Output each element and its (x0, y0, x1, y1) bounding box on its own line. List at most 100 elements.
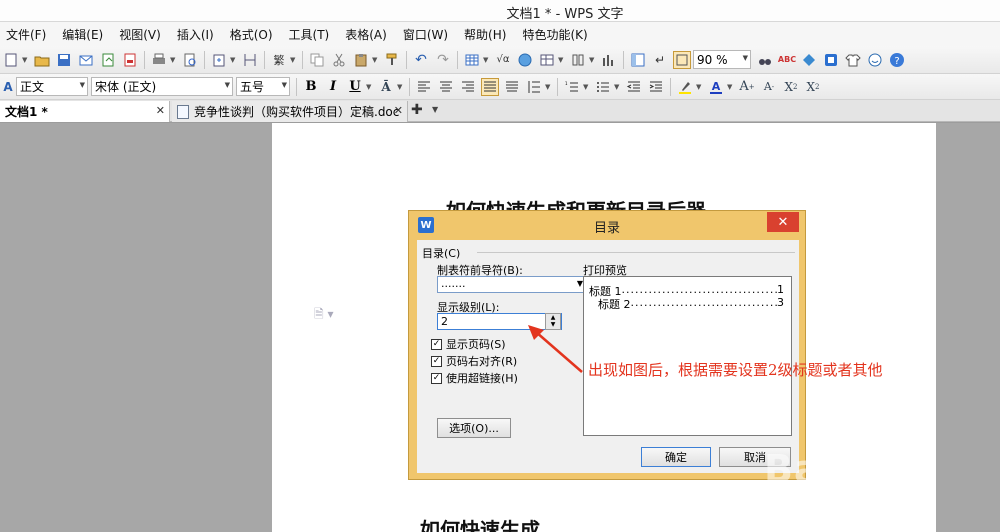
levels-value: 2 (441, 315, 448, 328)
toolbar-divider (457, 50, 458, 69)
menu-edit[interactable]: 编辑(E) (54, 26, 111, 43)
menu-help[interactable]: 帮助(H) (456, 26, 514, 43)
paragraph-mark-icon[interactable]: ↵ (651, 51, 669, 69)
menu-format[interactable]: 格式(O) (222, 26, 281, 43)
smiley-icon[interactable] (866, 51, 884, 69)
redo-icon[interactable]: ↷ (434, 51, 452, 69)
traditional-chinese-icon[interactable]: 繁 (270, 51, 288, 69)
ok-button[interactable]: 确定 (641, 447, 711, 467)
highlight-icon[interactable] (676, 78, 694, 96)
superscript-icon[interactable]: X2 (782, 78, 800, 96)
new-doc-icon[interactable] (2, 51, 20, 69)
styles-pane-icon[interactable]: A (2, 78, 14, 96)
font-select[interactable]: 宋体 (正文) ▼ (91, 77, 233, 96)
web-icon[interactable] (516, 51, 534, 69)
chevron-down-icon[interactable]: ▼ (170, 56, 177, 64)
chevron-down-icon[interactable]: ▼ (545, 83, 552, 91)
print-icon[interactable] (150, 51, 168, 69)
checkbox-label: 显示页码(S) (446, 338, 506, 351)
copy-icon[interactable] (308, 51, 326, 69)
text-effect-icon[interactable]: Ā (377, 78, 395, 96)
annotation-arrow-icon (528, 325, 583, 373)
chevron-down-icon[interactable]: ▼ (589, 56, 596, 64)
menu-table[interactable]: 表格(A) (337, 26, 395, 43)
page-layout-icon[interactable] (241, 51, 259, 69)
shrink-font-icon[interactable]: A- (760, 78, 778, 96)
close-button[interactable]: ✕ (767, 212, 799, 232)
paste-options-icon[interactable]: 🗎 ▾ (314, 305, 334, 326)
chevron-down-icon[interactable]: ▼ (727, 83, 734, 91)
chevron-down-icon[interactable]: ▼ (372, 56, 379, 64)
open-folder-icon[interactable] (33, 51, 51, 69)
shirt-skin-icon[interactable] (844, 51, 862, 69)
menu-tools[interactable]: 工具(T) (281, 26, 338, 43)
leader-select[interactable]: ....... ▼ (437, 276, 587, 293)
columns-icon[interactable] (569, 51, 587, 69)
chevron-down-icon[interactable]: ▼ (483, 56, 490, 64)
menu-window[interactable]: 窗口(W) (395, 26, 456, 43)
decrease-indent-icon[interactable] (625, 78, 643, 96)
zoom-select[interactable]: 90 % ▼ (693, 50, 751, 69)
align-left-icon[interactable] (415, 78, 433, 96)
pdf-icon[interactable] (121, 51, 139, 69)
increase-indent-icon[interactable] (647, 78, 665, 96)
chevron-down-icon[interactable]: ▼ (696, 83, 703, 91)
grow-font-icon[interactable]: A + (738, 78, 756, 96)
binoculars-icon[interactable] (756, 51, 774, 69)
options-button[interactable]: 选项(O)... (437, 418, 511, 438)
document-map-icon[interactable] (629, 51, 647, 69)
chevron-down-icon[interactable]: ▼ (432, 105, 438, 114)
underline-button[interactable]: U (346, 79, 364, 94)
print-preview-icon[interactable] (181, 51, 199, 69)
tab-document1[interactable]: 文档1 * ✕ (0, 101, 170, 122)
toggle-frame-icon[interactable] (673, 50, 691, 69)
chevron-down-icon[interactable]: ▼ (366, 83, 373, 91)
chevron-down-icon[interactable]: ▼ (397, 83, 404, 91)
paste-special-icon[interactable] (210, 51, 228, 69)
new-tab-button[interactable]: ✚ (411, 102, 423, 118)
justify-icon[interactable] (481, 77, 499, 96)
menu-file[interactable]: 文件(F) (2, 26, 54, 43)
chevron-down-icon[interactable]: ▼ (290, 56, 297, 64)
menu-insert[interactable]: 插入(I) (169, 26, 222, 43)
save-icon[interactable] (55, 51, 73, 69)
distributed-icon[interactable] (503, 78, 521, 96)
chevron-down-icon[interactable]: ▼ (22, 56, 29, 64)
dialog-title: 目录 (593, 221, 620, 236)
bullets-icon[interactable] (594, 78, 612, 96)
document-icon[interactable] (822, 51, 840, 69)
chevron-down-icon[interactable]: ▼ (230, 56, 237, 64)
table-grid-icon[interactable] (538, 51, 556, 69)
font-color-icon[interactable]: A (707, 78, 725, 96)
numbering-icon[interactable]: 1 (563, 78, 581, 96)
close-icon[interactable]: ✕ (394, 104, 403, 117)
export-icon[interactable] (99, 51, 117, 69)
spell-check-icon[interactable]: ABC (778, 51, 796, 69)
align-center-icon[interactable] (437, 78, 455, 96)
italic-button[interactable]: I (324, 79, 342, 94)
font-size-select[interactable]: 五号 ▼ (236, 77, 290, 96)
menu-special[interactable]: 特色功能(K) (514, 26, 595, 43)
translate-icon[interactable] (800, 51, 818, 69)
line-spacing-icon[interactable] (525, 78, 543, 96)
style-select[interactable]: 正文 ▼ (16, 77, 88, 96)
bold-button[interactable]: B (302, 79, 320, 94)
chart-icon[interactable] (600, 51, 618, 69)
close-icon[interactable]: ✕ (156, 104, 165, 117)
formula-icon[interactable]: √α (494, 51, 512, 69)
align-right-icon[interactable] (459, 78, 477, 96)
cut-icon[interactable] (330, 51, 348, 69)
undo-icon[interactable]: ↶ (412, 51, 430, 69)
chevron-down-icon[interactable]: ▼ (583, 83, 590, 91)
chevron-down-icon[interactable]: ▼ (558, 56, 565, 64)
menu-view[interactable]: 视图(V) (111, 26, 169, 43)
help-icon[interactable]: ? (888, 51, 906, 69)
insert-table-icon[interactable] (463, 51, 481, 69)
chevron-down-icon[interactable]: ▼ (614, 83, 621, 91)
tab-negotiation-doc[interactable]: 竞争性谈判（购买软件项目）定稿.doc ✕ (172, 101, 408, 122)
format-painter-icon[interactable] (383, 51, 401, 69)
subscript-icon[interactable]: X2 (804, 78, 822, 96)
paste-icon[interactable] (352, 51, 370, 69)
send-mail-icon[interactable] (77, 51, 95, 69)
menu-bar: 文件(F) 编辑(E) 视图(V) 插入(I) 格式(O) 工具(T) 表格(A… (0, 22, 1000, 46)
